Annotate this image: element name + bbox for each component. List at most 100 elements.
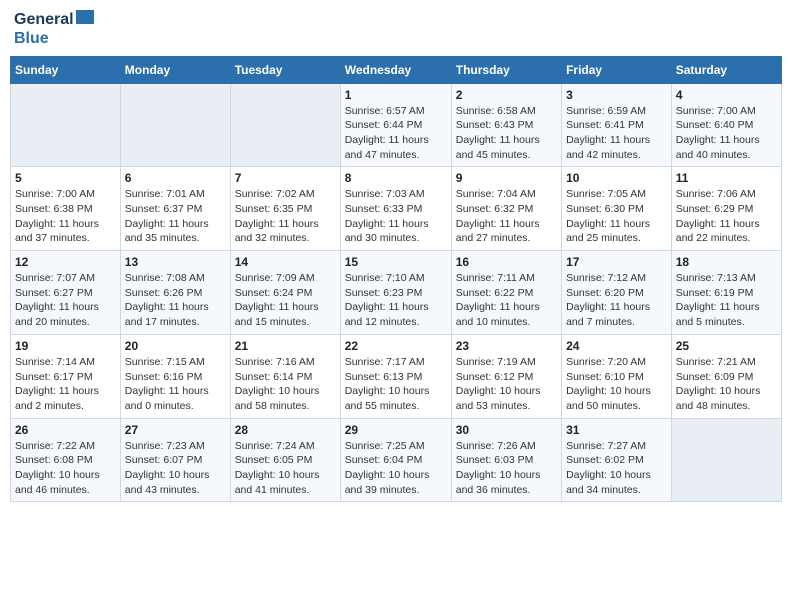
day-cell: 25 Sunrise: 7:21 AM Sunset: 6:09 PM Dayli… — [671, 334, 781, 418]
day-number: 12 — [15, 255, 116, 269]
day-info: Sunrise: 7:25 AM Sunset: 6:04 PM Dayligh… — [345, 439, 447, 498]
header-tuesday: Tuesday — [230, 56, 340, 83]
day-number: 9 — [456, 171, 557, 185]
week-row-3: 19 Sunrise: 7:14 AM Sunset: 6:17 PM Dayli… — [11, 334, 782, 418]
day-info: Sunrise: 7:21 AM Sunset: 6:09 PM Dayligh… — [676, 355, 777, 414]
day-cell: 4 Sunrise: 7:00 AM Sunset: 6:40 PM Daylig… — [671, 83, 781, 167]
day-info: Sunrise: 7:06 AM Sunset: 6:29 PM Dayligh… — [676, 187, 777, 246]
logo-text: GeneralBlue — [14, 10, 96, 48]
day-cell: 23 Sunrise: 7:19 AM Sunset: 6:12 PM Dayli… — [451, 334, 561, 418]
day-cell: 19 Sunrise: 7:14 AM Sunset: 6:17 PM Dayli… — [11, 334, 121, 418]
day-info: Sunrise: 7:12 AM Sunset: 6:20 PM Dayligh… — [566, 271, 667, 330]
day-number: 2 — [456, 88, 557, 102]
day-number: 26 — [15, 423, 116, 437]
day-info: Sunrise: 7:02 AM Sunset: 6:35 PM Dayligh… — [235, 187, 336, 246]
day-cell: 27 Sunrise: 7:23 AM Sunset: 6:07 PM Dayli… — [120, 418, 230, 502]
day-number: 15 — [345, 255, 447, 269]
day-info: Sunrise: 6:58 AM Sunset: 6:43 PM Dayligh… — [456, 104, 557, 163]
day-cell: 31 Sunrise: 7:27 AM Sunset: 6:02 PM Dayli… — [562, 418, 672, 502]
day-number: 5 — [15, 171, 116, 185]
day-cell: 10Sunrise: 7:05 AM Sunset: 6:30 PM Dayli… — [562, 167, 672, 251]
day-cell — [120, 83, 230, 167]
day-info: Sunrise: 7:01 AM Sunset: 6:37 PM Dayligh… — [125, 187, 226, 246]
day-cell: 30 Sunrise: 7:26 AM Sunset: 6:03 PM Dayli… — [451, 418, 561, 502]
day-cell: 16Sunrise: 7:11 AM Sunset: 6:22 PM Dayli… — [451, 251, 561, 335]
day-cell — [671, 418, 781, 502]
day-number: 31 — [566, 423, 667, 437]
day-cell: 20 Sunrise: 7:15 AM Sunset: 6:16 PM Dayli… — [120, 334, 230, 418]
logo: GeneralBlue — [14, 10, 96, 48]
logo-flag-icon — [76, 10, 96, 30]
day-cell: 14Sunrise: 7:09 AM Sunset: 6:24 PM Dayli… — [230, 251, 340, 335]
day-number: 6 — [125, 171, 226, 185]
day-cell: 3Sunrise: 6:59 AM Sunset: 6:41 PM Daylig… — [562, 83, 672, 167]
day-info: Sunrise: 7:15 AM Sunset: 6:16 PM Dayligh… — [125, 355, 226, 414]
day-number: 7 — [235, 171, 336, 185]
day-info: Sunrise: 7:24 AM Sunset: 6:05 PM Dayligh… — [235, 439, 336, 498]
day-info: Sunrise: 7:04 AM Sunset: 6:32 PM Dayligh… — [456, 187, 557, 246]
day-number: 20 — [125, 339, 226, 353]
page-header: GeneralBlue — [10, 10, 782, 48]
day-cell: 9 Sunrise: 7:04 AM Sunset: 6:32 PM Daylig… — [451, 167, 561, 251]
day-info: Sunrise: 7:22 AM Sunset: 6:08 PM Dayligh… — [15, 439, 116, 498]
day-cell: 11Sunrise: 7:06 AM Sunset: 6:29 PM Dayli… — [671, 167, 781, 251]
day-number: 27 — [125, 423, 226, 437]
day-number: 21 — [235, 339, 336, 353]
day-info: Sunrise: 7:03 AM Sunset: 6:33 PM Dayligh… — [345, 187, 447, 246]
day-cell: 8Sunrise: 7:03 AM Sunset: 6:33 PM Daylig… — [340, 167, 451, 251]
header-friday: Friday — [562, 56, 672, 83]
day-number: 30 — [456, 423, 557, 437]
day-number: 18 — [676, 255, 777, 269]
header-thursday: Thursday — [451, 56, 561, 83]
week-row-1: 5Sunrise: 7:00 AM Sunset: 6:38 PM Daylig… — [11, 167, 782, 251]
calendar-header: SundayMondayTuesdayWednesdayThursdayFrid… — [11, 56, 782, 83]
day-cell: 2 Sunrise: 6:58 AM Sunset: 6:43 PM Daylig… — [451, 83, 561, 167]
day-info: Sunrise: 7:14 AM Sunset: 6:17 PM Dayligh… — [15, 355, 116, 414]
day-cell: 7 Sunrise: 7:02 AM Sunset: 6:35 PM Daylig… — [230, 167, 340, 251]
day-info: Sunrise: 7:00 AM Sunset: 6:40 PM Dayligh… — [676, 104, 777, 163]
day-info: Sunrise: 7:26 AM Sunset: 6:03 PM Dayligh… — [456, 439, 557, 498]
day-info: Sunrise: 7:09 AM Sunset: 6:24 PM Dayligh… — [235, 271, 336, 330]
header-saturday: Saturday — [671, 56, 781, 83]
day-cell: 13Sunrise: 7:08 AM Sunset: 6:26 PM Dayli… — [120, 251, 230, 335]
day-cell: 29 Sunrise: 7:25 AM Sunset: 6:04 PM Dayli… — [340, 418, 451, 502]
day-info: Sunrise: 7:10 AM Sunset: 6:23 PM Dayligh… — [345, 271, 447, 330]
day-info: Sunrise: 7:07 AM Sunset: 6:27 PM Dayligh… — [15, 271, 116, 330]
day-cell: 12 Sunrise: 7:07 AM Sunset: 6:27 PM Dayli… — [11, 251, 121, 335]
day-info: Sunrise: 7:20 AM Sunset: 6:10 PM Dayligh… — [566, 355, 667, 414]
day-cell — [230, 83, 340, 167]
day-cell: 15 Sunrise: 7:10 AM Sunset: 6:23 PM Dayli… — [340, 251, 451, 335]
day-cell: 26 Sunrise: 7:22 AM Sunset: 6:08 PM Dayli… — [11, 418, 121, 502]
day-cell: 6 Sunrise: 7:01 AM Sunset: 6:37 PM Daylig… — [120, 167, 230, 251]
day-info: Sunrise: 7:13 AM Sunset: 6:19 PM Dayligh… — [676, 271, 777, 330]
day-info: Sunrise: 7:16 AM Sunset: 6:14 PM Dayligh… — [235, 355, 336, 414]
week-row-0: 1 Sunrise: 6:57 AM Sunset: 6:44 PM Daylig… — [11, 83, 782, 167]
day-info: Sunrise: 7:19 AM Sunset: 6:12 PM Dayligh… — [456, 355, 557, 414]
day-number: 4 — [676, 88, 777, 102]
day-cell — [11, 83, 121, 167]
day-info: Sunrise: 6:59 AM Sunset: 6:41 PM Dayligh… — [566, 104, 667, 163]
day-cell: 22 Sunrise: 7:17 AM Sunset: 6:13 PM Dayli… — [340, 334, 451, 418]
day-number: 19 — [15, 339, 116, 353]
day-cell: 1 Sunrise: 6:57 AM Sunset: 6:44 PM Daylig… — [340, 83, 451, 167]
day-cell: 24Sunrise: 7:20 AM Sunset: 6:10 PM Dayli… — [562, 334, 672, 418]
day-info: Sunrise: 7:17 AM Sunset: 6:13 PM Dayligh… — [345, 355, 447, 414]
day-info: Sunrise: 7:27 AM Sunset: 6:02 PM Dayligh… — [566, 439, 667, 498]
day-info: Sunrise: 6:57 AM Sunset: 6:44 PM Dayligh… — [345, 104, 447, 163]
day-cell: 17Sunrise: 7:12 AM Sunset: 6:20 PM Dayli… — [562, 251, 672, 335]
day-cell: 28Sunrise: 7:24 AM Sunset: 6:05 PM Dayli… — [230, 418, 340, 502]
header-monday: Monday — [120, 56, 230, 83]
day-info: Sunrise: 7:11 AM Sunset: 6:22 PM Dayligh… — [456, 271, 557, 330]
day-info: Sunrise: 7:05 AM Sunset: 6:30 PM Dayligh… — [566, 187, 667, 246]
day-cell: 21 Sunrise: 7:16 AM Sunset: 6:14 PM Dayli… — [230, 334, 340, 418]
day-number: 13 — [125, 255, 226, 269]
day-number: 1 — [345, 88, 447, 102]
day-number: 29 — [345, 423, 447, 437]
calendar-table: SundayMondayTuesdayWednesdayThursdayFrid… — [10, 56, 782, 503]
day-number: 23 — [456, 339, 557, 353]
day-cell: 18 Sunrise: 7:13 AM Sunset: 6:19 PM Dayli… — [671, 251, 781, 335]
day-cell: 5Sunrise: 7:00 AM Sunset: 6:38 PM Daylig… — [11, 167, 121, 251]
day-number: 25 — [676, 339, 777, 353]
day-number: 22 — [345, 339, 447, 353]
day-info: Sunrise: 7:23 AM Sunset: 6:07 PM Dayligh… — [125, 439, 226, 498]
